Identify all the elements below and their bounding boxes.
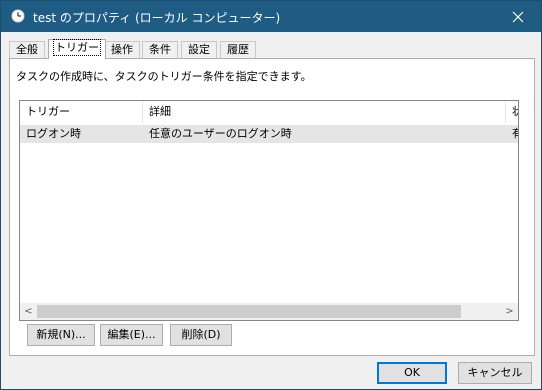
row-details: 任意のユーザーのログオン時 (149, 127, 292, 140)
title-bar[interactable]: test のプロパティ (ローカル コンピューター) (1, 1, 541, 32)
tab-history[interactable]: 履歴 (220, 41, 256, 58)
tab-actions[interactable]: 操作 (104, 41, 140, 58)
tab-conditions[interactable]: 条件 (142, 41, 178, 58)
tab-triggers[interactable]: トリガー (48, 39, 106, 59)
scroll-thumb[interactable] (37, 305, 461, 318)
table-row[interactable]: ログオン時 任意のユーザーのログオン時 有 (20, 125, 518, 143)
column-header-details[interactable]: 詳細 (143, 101, 506, 123)
cancel-button[interactable]: キャンセル (458, 362, 532, 384)
row-trigger: ログオン時 (26, 127, 81, 140)
window-title: test のプロパティ (ローカル コンピューター) (33, 11, 281, 25)
close-icon (512, 11, 524, 22)
scroll-right-button[interactable]: > (501, 303, 518, 320)
tab-general[interactable]: 全般 (9, 41, 45, 58)
scroll-left-button[interactable]: < (20, 303, 37, 320)
delete-button[interactable]: 削除(D) (170, 324, 232, 346)
clock-icon (11, 9, 25, 23)
horizontal-scrollbar[interactable]: < > (20, 303, 518, 320)
ok-button[interactable]: OK (377, 362, 447, 384)
properties-dialog: test のプロパティ (ローカル コンピューター) 全般 トリガー 操作 条件… (0, 0, 542, 390)
column-header-trigger[interactable]: トリガー (20, 101, 143, 123)
tab-settings[interactable]: 設定 (181, 41, 217, 58)
column-header-status[interactable]: 状 (506, 101, 518, 123)
row-status: 有 (506, 125, 518, 143)
edit-button[interactable]: 編集(E)... (100, 324, 163, 346)
list-header: トリガー 詳細 状 (20, 101, 518, 123)
panel-description: タスクの作成時に、タスクのトリガー条件を指定できます。 (16, 70, 312, 83)
close-button[interactable] (495, 1, 541, 32)
new-button[interactable]: 新規(N)... (27, 324, 95, 346)
triggers-list[interactable]: トリガー 詳細 状 ログオン時 任意のユーザーのログオン時 有 < > (19, 100, 519, 321)
